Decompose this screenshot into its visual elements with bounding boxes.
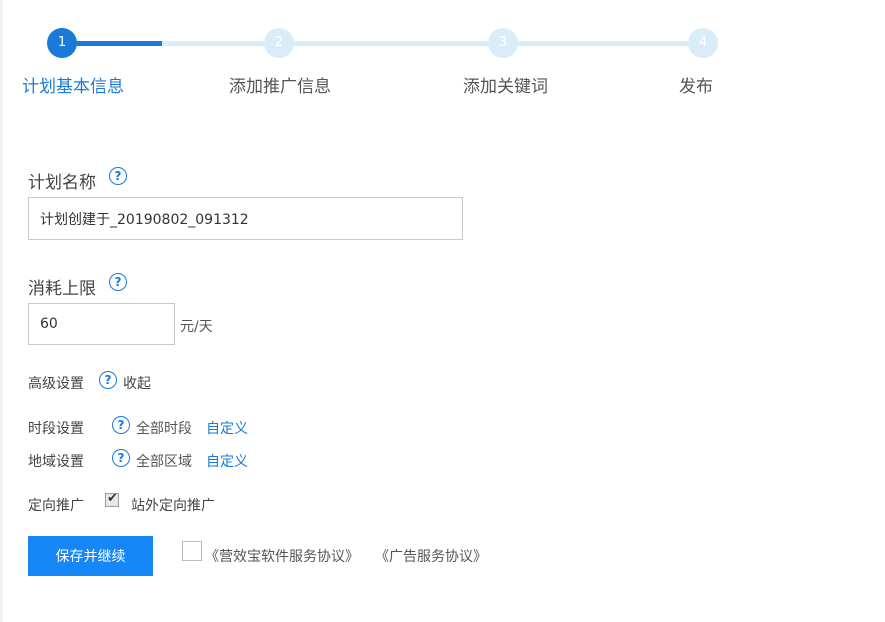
advanced-settings-label: 高级设置 (28, 376, 84, 392)
question-circle-icon[interactable]: ? (109, 273, 127, 291)
question-circle-icon[interactable]: ? (99, 371, 117, 389)
checkmark-icon: ✔ (107, 491, 118, 506)
stepper-track-pending (162, 41, 703, 46)
offsite-targeting-checkbox[interactable]: ✔ (105, 491, 119, 507)
step-4-circle[interactable]: 4 (688, 28, 718, 58)
offsite-targeting-option: 站外定向推广 (131, 498, 215, 514)
step-4-label: 发布 (679, 77, 713, 97)
ad-service-agreement-link[interactable]: 《广告服务协议》 (375, 546, 487, 566)
step-2-circle[interactable]: 2 (264, 28, 294, 58)
time-customize-link[interactable]: 自定义 (206, 418, 248, 438)
budget-input[interactable] (28, 303, 175, 345)
progress-stepper: 1 2 3 4 计划基本信息 添加推广信息 添加关键词 发布 (0, 0, 885, 110)
step-3-circle[interactable]: 3 (488, 28, 518, 58)
targeting-label: 定向推广 (28, 498, 84, 514)
question-circle-icon[interactable]: ? (112, 449, 130, 467)
step-1-circle[interactable]: 1 (47, 28, 77, 58)
question-circle-icon[interactable]: ? (112, 416, 130, 434)
plan-name-label: 计划名称 (28, 173, 96, 193)
budget-label: 消耗上限 (28, 279, 96, 299)
save-and-continue-button[interactable]: 保存并继续 (28, 536, 153, 576)
stepper-track-done (62, 41, 162, 46)
region-setting-label: 地域设置 (28, 454, 84, 470)
agreement-checkbox[interactable] (182, 541, 202, 561)
time-setting-label: 时段设置 (28, 421, 84, 437)
question-circle-icon[interactable]: ? (109, 167, 127, 185)
plan-name-input[interactable] (28, 197, 463, 240)
region-customize-link[interactable]: 自定义 (206, 451, 248, 471)
budget-unit: 元/天 (180, 319, 213, 335)
step-3-label: 添加关键词 (463, 77, 548, 97)
region-setting-value: 全部区域 (136, 454, 192, 470)
step-2-label: 添加推广信息 (229, 77, 331, 97)
collapse-toggle[interactable]: 收起 (123, 373, 151, 393)
time-setting-value: 全部时段 (136, 421, 192, 437)
software-agreement-link[interactable]: 《营效宝软件服务协议》 (205, 546, 359, 566)
step-1-label: 计划基本信息 (22, 77, 124, 97)
